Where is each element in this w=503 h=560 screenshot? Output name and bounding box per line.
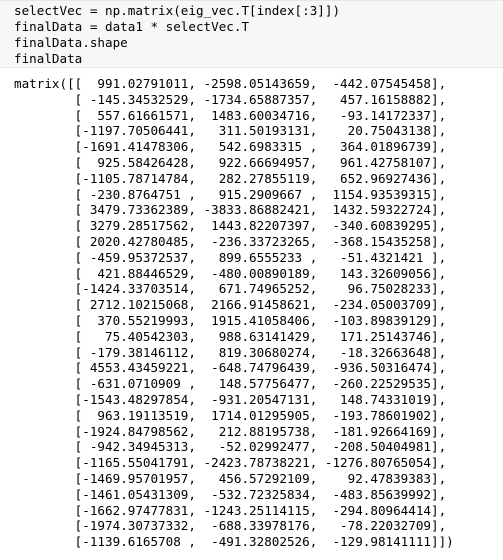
output-line: matrix([[ 991.02791011, -2598.05143659, …: [14, 76, 447, 91]
output-line: [ 421.88446529, -480.00890189, 143.32609…: [14, 265, 447, 281]
output-line: [-1197.70506441, 311.50193131, 20.750431…: [14, 123, 447, 139]
output-line: [ 2020.42780485, -236.33723265, -368.154…: [14, 233, 447, 249]
code-line[interactable]: finalData: [14, 51, 503, 67]
output-line: [-1662.97477831, -1243.25114115, -294.80…: [14, 502, 447, 518]
output-line: [ 557.61661571, 1483.60034716, -93.14172…: [14, 107, 447, 123]
output-line: [-1105.78714784, 282.27855119, 652.96927…: [14, 170, 447, 186]
output-line: [-1691.41478306, 542.6983315 , 364.01896…: [14, 139, 447, 155]
code-line[interactable]: finalData = data1 * selectVec.T: [14, 19, 503, 35]
output-line: [ -179.38146112, 819.30680274, -18.32663…: [14, 344, 447, 360]
output-line: [ 75.40542303, 988.63141429, 171.2514374…: [14, 328, 447, 344]
code-input-cell[interactable]: selectVec = np.matrix(eig_vec.T[index[:3…: [0, 0, 503, 68]
output-line: [-1469.95701957, 456.57292109, 92.478393…: [14, 470, 447, 486]
output-line: [ 3279.28517562, 1443.82207397, -340.608…: [14, 218, 447, 234]
output-line: [ -631.0710909 , 148.57756477, -260.2252…: [14, 376, 447, 392]
output-line: [ -459.95372537, 899.6555233 , -51.43214…: [14, 249, 447, 265]
output-line: [-1139.6165708 , -491.32802526, -129.981…: [14, 534, 454, 550]
output-line: [ 3479.73362389, -3833.86882421, 1432.59…: [14, 202, 447, 218]
matrix-output-cell: matrix([[ 991.02791011, -2598.05143659, …: [0, 76, 503, 560]
output-line: [-1461.05431309, -532.72325834, -483.856…: [14, 486, 447, 502]
output-line: [ -942.34945313, -52.02992477, -208.5040…: [14, 439, 447, 455]
output-line: [-1974.30737332, -688.33978176, -78.2203…: [14, 518, 447, 534]
output-line: [ 4553.43459221, -648.74796439, -936.503…: [14, 360, 447, 376]
output-line: [ -230.8764751 , 915.2909667 , 1154.9353…: [14, 186, 447, 202]
code-line[interactable]: finalData.shape: [14, 35, 503, 51]
output-line: [-1424.33703514, 671.74965252, 96.750282…: [14, 281, 447, 297]
notebook-page: selectVec = np.matrix(eig_vec.T[index[:3…: [0, 0, 503, 560]
output-line: [-1165.55041791, -2423.78738221, -1276.8…: [14, 455, 447, 471]
output-line: [ 370.55219993, 1915.41058406, -103.8983…: [14, 312, 447, 328]
code-line[interactable]: selectVec = np.matrix(eig_vec.T[index[:3…: [14, 3, 503, 19]
output-line: [ -145.34532529, -1734.65887357, 457.161…: [14, 91, 447, 107]
output-line: [-1543.48297854, -931.20547131, 148.7433…: [14, 391, 447, 407]
output-line: [ 963.19113519, 1714.01295905, -193.7860…: [14, 407, 447, 423]
output-line: [-1924.84798562, 212.88195738, -181.9266…: [14, 423, 447, 439]
output-line: [ 2712.10215068, 2166.91458621, -234.050…: [14, 297, 447, 313]
output-line: [ 925.58426428, 922.66694957, 961.427581…: [14, 154, 447, 170]
